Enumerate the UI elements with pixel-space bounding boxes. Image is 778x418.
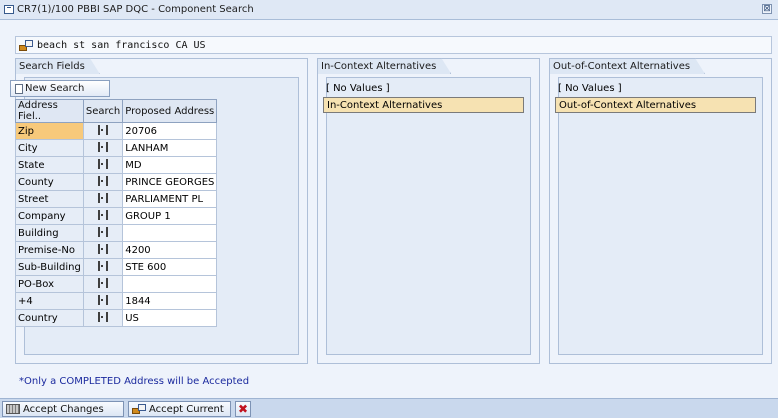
proposed-address-value[interactable]: PARLIAMENT PL bbox=[122, 190, 218, 208]
tab-search-fields[interactable]: Search Fields bbox=[15, 58, 100, 74]
table-row[interactable]: Sub-Building STE 600 bbox=[15, 258, 218, 276]
table-row[interactable]: Company GROUP 1 bbox=[15, 207, 218, 225]
accept-current-button[interactable]: Accept Current bbox=[128, 401, 231, 417]
in-context-area bbox=[326, 77, 531, 355]
column-header-proposed-address[interactable]: Proposed Address bbox=[122, 99, 218, 123]
table-row[interactable]: Country US bbox=[15, 309, 218, 327]
accept-changes-label: Accept Changes bbox=[23, 403, 104, 415]
column-header-search[interactable]: Search bbox=[82, 99, 124, 123]
address-field-name[interactable]: Country bbox=[15, 309, 84, 327]
accept-current-label: Accept Current bbox=[149, 403, 224, 415]
in-context-selected-item[interactable]: In-Context Alternatives bbox=[323, 97, 524, 113]
address-field-name[interactable]: County bbox=[15, 173, 84, 191]
proposed-address-value[interactable]: LANHAM bbox=[122, 139, 218, 157]
address-icon bbox=[19, 39, 33, 51]
table-row[interactable]: State MD bbox=[15, 156, 218, 174]
tab-in-context[interactable]: In-Context Alternatives bbox=[317, 58, 451, 74]
binoculars-icon[interactable] bbox=[98, 209, 109, 220]
address-fields-table: Address Fiel.. Search Proposed Address Z… bbox=[15, 99, 218, 327]
address-line: beach st san francisco CA US bbox=[15, 36, 772, 54]
proposed-address-value[interactable]: US bbox=[122, 309, 218, 327]
cancel-button[interactable]: ✖ bbox=[235, 401, 251, 417]
table-row[interactable]: PO-Box bbox=[15, 275, 218, 293]
proposed-address-value[interactable]: GROUP 1 bbox=[122, 207, 218, 225]
table-row[interactable]: Street PARLIAMENT PL bbox=[15, 190, 218, 208]
binoculars-icon[interactable] bbox=[98, 124, 109, 135]
new-document-icon bbox=[15, 83, 23, 94]
address-icon bbox=[132, 404, 146, 414]
search-cell[interactable] bbox=[82, 190, 124, 208]
action-bar: Accept Changes Accept Current ✖ bbox=[0, 398, 778, 418]
binoculars-icon[interactable] bbox=[98, 243, 109, 254]
in-context-list: [ No Values ] In-Context Alternatives bbox=[323, 81, 524, 113]
proposed-address-value[interactable]: 20706 bbox=[122, 122, 218, 140]
out-of-context-no-values: [ No Values ] bbox=[558, 83, 622, 94]
address-field-name[interactable]: +4 bbox=[15, 292, 84, 310]
binoculars-icon[interactable] bbox=[98, 311, 109, 322]
window-icon bbox=[4, 5, 14, 14]
address-field-name[interactable]: Street bbox=[15, 190, 84, 208]
proposed-address-value[interactable]: 1844 bbox=[122, 292, 218, 310]
search-cell[interactable] bbox=[82, 139, 124, 157]
cancel-icon: ✖ bbox=[237, 402, 249, 416]
search-cell[interactable] bbox=[82, 292, 124, 310]
address-field-name[interactable]: Building bbox=[15, 224, 84, 242]
table-row[interactable]: City LANHAM bbox=[15, 139, 218, 157]
search-cell[interactable] bbox=[82, 275, 124, 293]
proposed-address-value[interactable] bbox=[122, 275, 218, 293]
binoculars-icon[interactable] bbox=[98, 192, 109, 203]
tab-out-of-context[interactable]: Out-of-Context Alternatives bbox=[549, 58, 705, 74]
address-field-name[interactable]: State bbox=[15, 156, 84, 174]
binoculars-icon[interactable] bbox=[98, 226, 109, 237]
table-row[interactable]: Premise-No 4200 bbox=[15, 241, 218, 259]
out-of-context-list: [ No Values ] Out-of-Context Alternative… bbox=[555, 81, 756, 113]
address-text: beach st san francisco CA US bbox=[37, 39, 206, 51]
new-search-button[interactable]: New Search bbox=[10, 80, 110, 97]
search-cell[interactable] bbox=[82, 207, 124, 225]
proposed-address-value[interactable]: MD bbox=[122, 156, 218, 174]
column-header-address-field[interactable]: Address Fiel.. bbox=[15, 99, 84, 123]
new-search-label: New Search bbox=[25, 83, 85, 94]
proposed-address-value[interactable]: STE 600 bbox=[122, 258, 218, 276]
search-cell[interactable] bbox=[82, 156, 124, 174]
completion-note: *Only a COMPLETED Address will be Accept… bbox=[19, 376, 250, 387]
table-row[interactable]: Building bbox=[15, 224, 218, 242]
binoculars-icon[interactable] bbox=[98, 158, 109, 169]
binoculars-icon[interactable] bbox=[98, 260, 109, 271]
address-field-name[interactable]: Zip bbox=[15, 122, 84, 140]
search-cell[interactable] bbox=[82, 173, 124, 191]
out-of-context-area bbox=[558, 77, 763, 355]
search-cell[interactable] bbox=[82, 224, 124, 242]
binoculars-icon[interactable] bbox=[98, 141, 109, 152]
table-row[interactable]: +4 1844 bbox=[15, 292, 218, 310]
search-cell[interactable] bbox=[82, 241, 124, 259]
table-row[interactable]: Zip 20706 bbox=[15, 122, 218, 140]
accept-changes-button[interactable]: Accept Changes bbox=[2, 401, 124, 417]
address-field-name[interactable]: PO-Box bbox=[15, 275, 84, 293]
binoculars-icon[interactable] bbox=[98, 277, 109, 288]
address-field-name[interactable]: City bbox=[15, 139, 84, 157]
proposed-address-value[interactable]: 4200 bbox=[122, 241, 218, 259]
binoculars-icon[interactable] bbox=[98, 294, 109, 305]
close-button[interactable]: ⊠ bbox=[762, 4, 772, 14]
window-title: CR7(1)/100 PBBI SAP DQC - Component Sear… bbox=[17, 4, 254, 15]
in-context-no-values: [ No Values ] bbox=[326, 83, 390, 94]
proposed-address-value[interactable]: PRINCE GEORGES bbox=[122, 173, 218, 191]
address-field-name[interactable]: Company bbox=[15, 207, 84, 225]
binoculars-icon[interactable] bbox=[98, 175, 109, 186]
address-field-name[interactable]: Sub-Building bbox=[15, 258, 84, 276]
proposed-address-value[interactable] bbox=[122, 224, 218, 242]
address-field-name[interactable]: Premise-No bbox=[15, 241, 84, 259]
table-icon bbox=[6, 404, 20, 414]
title-bar: CR7(1)/100 PBBI SAP DQC - Component Sear… bbox=[0, 0, 778, 20]
search-cell[interactable] bbox=[82, 309, 124, 327]
search-cell[interactable] bbox=[82, 258, 124, 276]
table-row[interactable]: County PRINCE GEORGES bbox=[15, 173, 218, 191]
out-of-context-selected-item[interactable]: Out-of-Context Alternatives bbox=[555, 97, 756, 113]
search-cell[interactable] bbox=[82, 122, 124, 140]
